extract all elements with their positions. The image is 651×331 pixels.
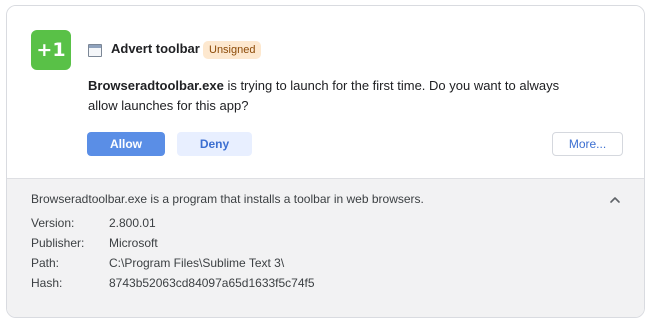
path-row: Path: C:\Program Files\Sublime Text 3\ [31,256,284,270]
path-value: C:\Program Files\Sublime Text 3\ [109,256,285,270]
publisher-value: Microsoft [109,236,158,250]
dialog-main-section: +1 Advert toolbar Unsigned Browseradtool… [7,6,644,178]
app-name: Advert toolbar [111,41,200,56]
app-icon: +1 [31,30,71,70]
program-description: Browseradtoolbar.exe is a program that i… [31,192,424,206]
publisher-label: Publisher: [31,236,85,250]
publisher-row: Publisher: Microsoft [31,236,158,250]
hash-row: Hash: 8743b52063cd84097a65d1633f5c74f5 [31,276,315,290]
version-value: 2.800.01 [109,216,156,230]
allow-button[interactable]: Allow [87,132,165,156]
unsigned-badge: Unsigned [203,41,262,59]
deny-button[interactable]: Deny [177,132,252,156]
details-section: Browseradtoolbar.exe is a program that i… [7,178,644,317]
path-label: Path: [31,256,60,270]
chevron-up-icon[interactable] [608,193,622,207]
hash-value: 8743b52063cd84097a65d1633f5c74f5 [109,276,315,290]
version-label: Version: [31,216,75,230]
more-button[interactable]: More... [552,132,623,156]
launch-message: Browseradtoolbar.exe is trying to launch… [88,76,568,116]
window-icon [88,44,102,57]
version-row: Version: 2.800.01 [31,216,156,230]
hash-label: Hash: [31,276,63,290]
exe-name: Browseradtoolbar.exe [88,78,224,93]
launch-permission-dialog: +1 Advert toolbar Unsigned Browseradtool… [6,5,645,318]
